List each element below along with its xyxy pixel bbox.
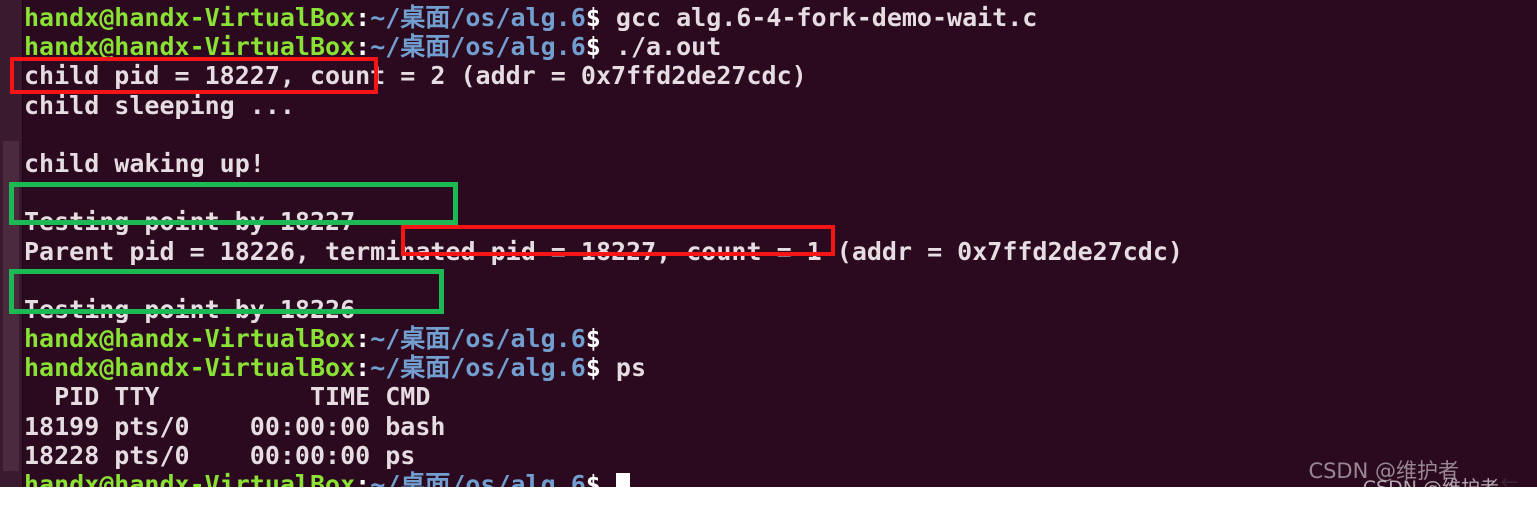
prompt-sigil: $ [585, 470, 601, 487]
prompt-path: ~/桌面/os/alg.6 [370, 470, 586, 487]
prompt-path: ~/桌面/os/alg.6 [370, 353, 586, 383]
output-child-sleeping: child sleeping ... [24, 90, 295, 120]
watermark-csdn-secondary: CSDN @维护者 [1363, 473, 1499, 487]
output-blank-1 [24, 120, 1537, 149]
command-ps: ps [600, 353, 646, 383]
output-child-pid: child pid = 18227, count = 2 (addr = 0x7… [24, 61, 807, 91]
terminal-line-prompt-empty: handx@handx-VirtualBox:~/桌面/os/alg.6$ [24, 324, 1537, 353]
prompt-path: ~/桌面/os/alg.6 [370, 32, 586, 62]
prompt-sigil: $ [585, 324, 601, 354]
prompt-separator: : [355, 470, 371, 487]
output-testing-point-parent: Testing point by 18226 [24, 294, 356, 324]
command-gcc: gcc alg.6-4-fork-demo-wait.c [600, 3, 1038, 32]
terminal-window: handx@handx-VirtualBox:~/桌面/os/alg.6$ gc… [0, 0, 1537, 487]
prompt-sigil: $ [585, 353, 601, 383]
output-blank-2 [24, 178, 1537, 207]
prompt-separator: : [355, 324, 371, 354]
terminal-cursor [615, 473, 630, 487]
output-parent-pid: Parent pid = 18226, terminated pid = 182… [24, 236, 1183, 266]
output-child-waking: child waking up! [24, 148, 265, 178]
prompt-separator: : [355, 32, 371, 62]
terminal-screen[interactable]: handx@handx-VirtualBox:~/桌面/os/alg.6$ gc… [22, 0, 1537, 487]
prompt-user-host: handx@handx-VirtualBox [24, 3, 356, 32]
output-blank-3 [24, 266, 1537, 295]
terminal-line-prompt-gcc: handx@handx-VirtualBox:~/桌面/os/alg.6$ gc… [24, 3, 1537, 32]
terminal-line-prompt-ps: handx@handx-VirtualBox:~/桌面/os/alg.6$ ps [24, 353, 1537, 382]
prompt-path: ~/桌面/os/alg.6 [370, 324, 586, 354]
prompt-sigil: $ [585, 32, 601, 62]
prompt-user-host: handx@handx-VirtualBox [24, 470, 356, 487]
prompt-separator: : [355, 3, 371, 32]
ps-table-row-bash: 18199 pts/0 00:00:00 bash [24, 411, 446, 441]
page-footer-strip [0, 487, 1537, 507]
output-testing-point-child: Testing point by 18227 [24, 207, 356, 237]
command-run-aout: ./a.out [600, 32, 722, 62]
prompt-separator: : [355, 353, 371, 383]
ps-table-header: PID TTY TIME CMD [24, 382, 431, 412]
terminal-scrollbar-thumb[interactable] [3, 141, 19, 471]
prompt-user-host: handx@handx-VirtualBox [24, 353, 356, 383]
prompt-path: ~/桌面/os/alg.6 [370, 3, 586, 32]
terminal-line-prompt-aout: handx@handx-VirtualBox:~/桌面/os/alg.6$ ./… [24, 32, 1537, 61]
prompt-sigil: $ [585, 3, 601, 32]
terminal-scrollbar-track[interactable] [0, 0, 23, 487]
prompt-user-host: handx@handx-VirtualBox [24, 32, 356, 62]
arrow-left-icon: ← [1500, 470, 1519, 487]
prompt-user-host: handx@handx-VirtualBox [24, 324, 356, 354]
